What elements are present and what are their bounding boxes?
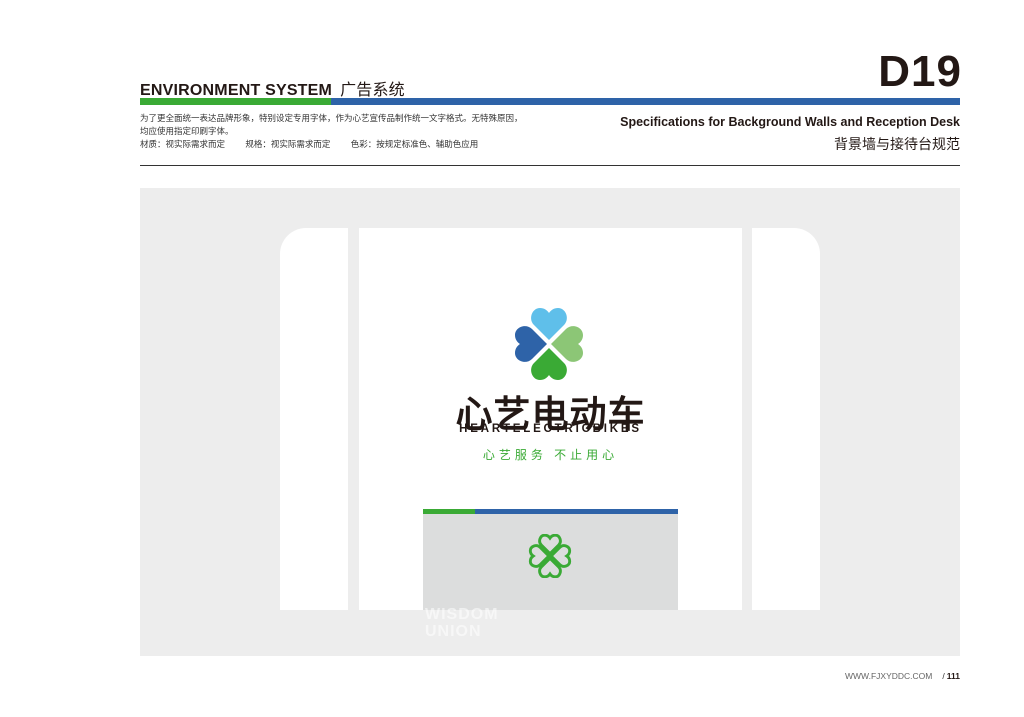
footer: WWW.FJXYDDC.COM /111 (845, 671, 960, 681)
watermark-line-1: WISDOM (425, 606, 499, 623)
watermark: WISDOM UNION (425, 606, 499, 640)
desk-stripe-green (423, 509, 475, 514)
illustration-panel: 心艺电动车 HEARTELECTRICBIKES 心艺服务 不止用心 WISDO… (140, 188, 960, 656)
description-line-2: 均应使用指定印刷字体。 (140, 126, 234, 136)
background-wall-right (752, 228, 820, 610)
four-heart-clover-logo-icon (515, 308, 583, 380)
desk-stripe-blue (475, 509, 678, 514)
reception-desk (423, 509, 678, 610)
clover-outline-icon (528, 534, 572, 578)
wall-gap-left (348, 228, 359, 610)
section-title-cn: 广告系统 (340, 82, 405, 99)
footer-separator: / (942, 671, 945, 681)
brand-slogan: 心艺服务 不止用心 (482, 448, 619, 462)
spec-title-cn: 背景墙与接待台规范 (834, 136, 960, 152)
header-divider (140, 165, 960, 166)
page-number: 111 (946, 671, 960, 681)
description-line-1: 为了更全面统一表达品牌形象，特别设定专用字体，作为心艺宣传品制作统一文字格式。无… (140, 113, 523, 123)
spec-size: 规格：视实际需求而定 (245, 139, 331, 149)
watermark-line-2: UNION (425, 623, 482, 640)
spec-material: 材质：视实际需求而定 (140, 139, 226, 149)
section-title-en: ENVIRONMENT SYSTEM (140, 82, 333, 99)
brand-name-en: HEARTELECTRICBIKES (459, 423, 642, 435)
header-bar-blue (331, 98, 960, 105)
section-title: ENVIRONMENT SYSTEM 广告系统 (140, 76, 405, 100)
spec-title-en: Specifications for Background Walls and … (620, 115, 960, 129)
header-bar-green (140, 98, 331, 105)
page-code: D19 (878, 47, 962, 96)
footer-url: WWW.FJXYDDC.COM (845, 671, 933, 681)
background-wall-left (280, 228, 348, 610)
description-specs: 材质：视实际需求而定 规格：视实际需求而定 色彩：按规定标准色、辅助色应用 (140, 138, 560, 151)
description: 为了更全面统一表达品牌形象，特别设定专用字体，作为心艺宣传品制作统一文字格式。无… (140, 112, 560, 151)
spec-color: 色彩：按规定标准色、辅助色应用 (350, 139, 479, 149)
